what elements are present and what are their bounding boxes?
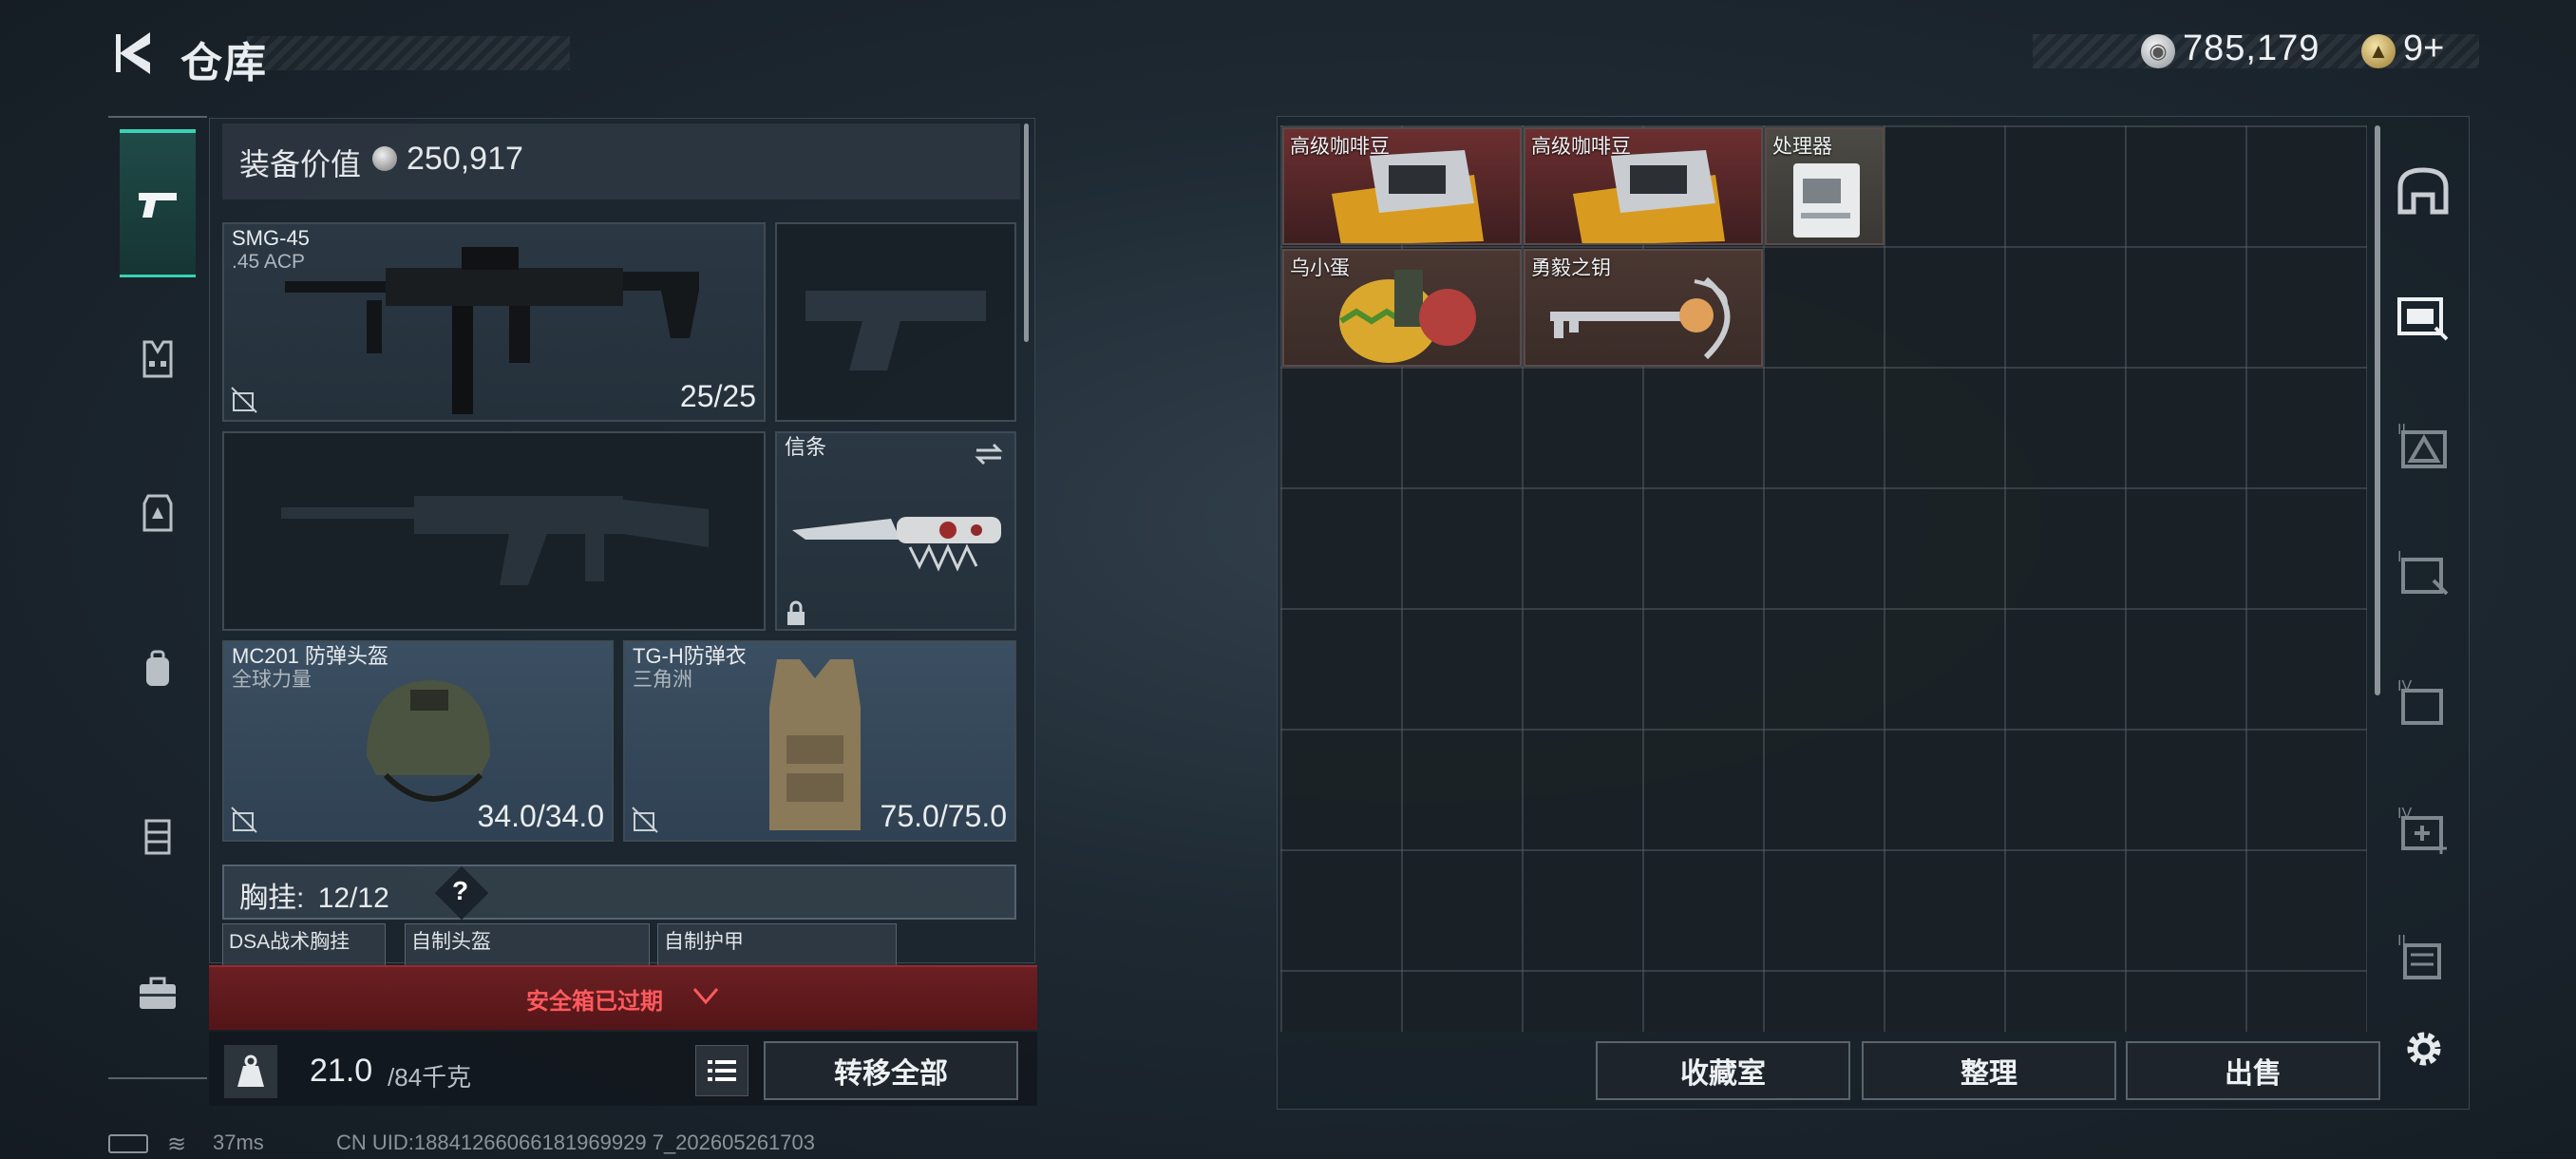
chest-rig-icon: [144, 819, 171, 855]
coin-icon: ◉: [2141, 34, 2175, 68]
egg-figure-icon: [1339, 270, 1476, 363]
sort-button[interactable]: 整理: [1862, 1041, 2116, 1100]
storage-box-3-icon: I: [2397, 549, 2449, 596]
armor-name: TG-H防弹衣: [633, 644, 747, 668]
primary-weapon-slot[interactable]: SMG-45 .45 ACP 25/25: [222, 222, 766, 422]
smg-icon: [285, 247, 699, 414]
storage-tab-1[interactable]: [2392, 285, 2454, 348]
mini-slot-label: 自制头盔: [411, 931, 491, 953]
rail-armor-tab[interactable]: [120, 475, 196, 551]
equipment-value: 250,917: [407, 141, 523, 177]
home-storage-icon: [2397, 167, 2449, 215]
storage-item[interactable]: 勇毅之钥: [1524, 249, 1763, 367]
coin-icon: [372, 146, 397, 171]
pistol-slot[interactable]: [775, 222, 1016, 422]
ticket-icon: ▲: [2361, 34, 2396, 68]
armor-durability: 75.0/75.0: [880, 799, 1007, 833]
add-storage-icon: IV: [2397, 806, 2447, 854]
item-name: 处理器: [1772, 136, 1832, 158]
armor-brand: 三角洲: [633, 669, 692, 691]
helmet-brand: 全球力量: [232, 669, 312, 691]
pistol-silhouette-icon: [805, 291, 986, 370]
list-view-button[interactable]: [695, 1045, 748, 1096]
armor-icon: [142, 494, 173, 532]
pistol-icon: [139, 192, 177, 218]
transfer-all-button[interactable]: 转移全部: [764, 1041, 1018, 1100]
equipment-scrollbar[interactable]: [1024, 124, 1029, 342]
mini-slot-label: DSA战术胸挂: [229, 931, 350, 953]
backpack-icon: [146, 650, 169, 686]
weight-icon: [224, 1045, 277, 1098]
rail-chest-rig-tab[interactable]: [120, 798, 196, 874]
money-value: 785,179: [2183, 28, 2320, 68]
storage-box-icon: [2397, 297, 2449, 341]
storage-tab-add[interactable]: IV: [2392, 798, 2454, 861]
helmet-slot[interactable]: MC201 防弹头盔 全球力量 34.0/34.0: [222, 640, 614, 842]
mini-slot-label: 自制护甲: [664, 931, 744, 953]
coffee-bag-icon: [1332, 150, 1484, 243]
safebox-status: 安全箱已过期: [526, 989, 663, 1015]
weapon-ammo-count: 25/25: [679, 379, 756, 413]
body-armor-icon: [769, 659, 861, 830]
storage-box-4-icon: IV: [2397, 678, 2443, 725]
collection-room-button[interactable]: 收藏室: [1596, 1041, 1850, 1100]
storage-list-icon: II: [2397, 933, 2441, 979]
storage-item[interactable]: 乌小蛋: [1282, 249, 1522, 367]
rail-weapons-tab[interactable]: [120, 129, 196, 277]
rail-briefcase-tab[interactable]: [120, 956, 196, 1032]
weight-max: /84千克: [388, 1063, 472, 1092]
chest-rig-title: 胸挂:: [239, 883, 305, 914]
processor-icon: [1793, 163, 1860, 238]
vest-icon: [142, 340, 173, 378]
settings-button[interactable]: [2397, 1022, 2451, 1075]
briefcase-icon: [140, 977, 176, 1009]
knife-icon: [792, 517, 1001, 572]
user-uid: CN UID:18841266066181969929 7_2026052617…: [336, 1130, 816, 1154]
header-decoration: [247, 36, 570, 70]
svg-text:I: I: [2397, 549, 2401, 565]
key-icon: [1550, 276, 1731, 360]
swap-icon[interactable]: [973, 441, 1005, 467]
page-title: 仓库: [180, 40, 268, 86]
list-icon: [708, 1060, 736, 1081]
storage-item[interactable]: 高级咖啡豆: [1524, 127, 1763, 245]
rail-backpack-tab[interactable]: [120, 631, 196, 707]
melee-name: 信条: [785, 435, 827, 459]
wifi-icon: ≋: [167, 1131, 187, 1157]
lock-icon: [787, 600, 805, 625]
gear-icon: [2407, 1032, 2441, 1066]
category-rail: [108, 116, 207, 1079]
chest-rig-label: 胸挂: 12/12: [239, 874, 389, 916]
storage-item[interactable]: 高级咖啡豆: [1282, 127, 1522, 245]
no-repair-icon: [231, 807, 257, 833]
equipment-value-label: 装备价值: [239, 147, 362, 181]
helmet-durability: 34.0/34.0: [477, 799, 604, 833]
help-icon: ?: [452, 876, 469, 905]
melee-slot[interactable]: 信条: [775, 431, 1016, 631]
no-repair-icon: [632, 807, 658, 833]
storage-tab-4[interactable]: IV: [2392, 671, 2454, 733]
storage-scrollbar[interactable]: [2375, 125, 2380, 695]
chevron-down-icon: [692, 988, 719, 1005]
secondary-weapon-slot[interactable]: [222, 431, 766, 631]
chest-rig-count: 12/12: [317, 883, 389, 914]
back-arrow-icon: [116, 32, 150, 74]
ticket-value[interactable]: 9+: [2403, 28, 2444, 69]
storage-tab-home[interactable]: [2392, 160, 2454, 222]
sell-button[interactable]: 出售: [2126, 1041, 2380, 1100]
weight-value: 21.0: [310, 1053, 373, 1089]
storage-tab-2[interactable]: II: [2392, 414, 2454, 477]
rifle-silhouette-icon: [281, 496, 709, 585]
no-repair-icon: [231, 387, 257, 413]
storage-item[interactable]: 处理器: [1765, 127, 1885, 245]
rail-vest-tab[interactable]: [120, 321, 196, 397]
ping-value: 37ms: [213, 1130, 264, 1154]
back-button[interactable]: [106, 25, 163, 82]
coffee-bag-icon: [1573, 150, 1725, 243]
storage-tab-3[interactable]: I: [2392, 542, 2454, 604]
battery-icon: [108, 1134, 148, 1153]
body-armor-slot[interactable]: TG-H防弹衣 三角洲 75.0/75.0: [623, 640, 1016, 842]
storage-tab-5[interactable]: II: [2392, 925, 2454, 988]
storage-box-2-icon: II: [2397, 422, 2447, 468]
